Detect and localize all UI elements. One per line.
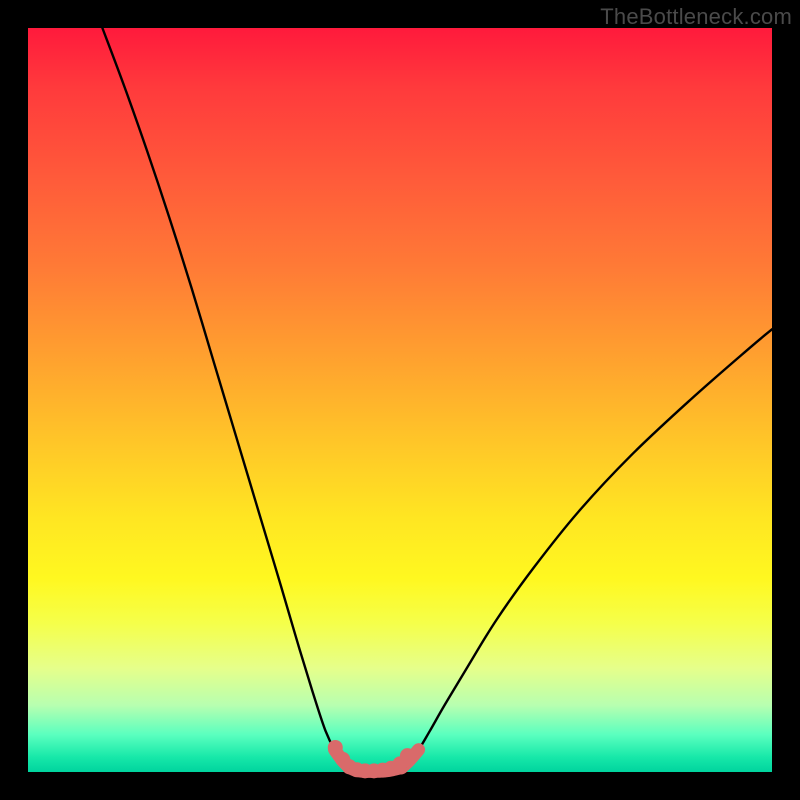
right-curve (401, 329, 772, 767)
chart-svg (28, 28, 772, 772)
watermark-text: TheBottleneck.com (600, 4, 792, 30)
chart-frame: TheBottleneck.com (0, 0, 800, 800)
valley-marker (400, 748, 415, 763)
plot-area (28, 28, 772, 772)
left-curve (102, 28, 349, 768)
